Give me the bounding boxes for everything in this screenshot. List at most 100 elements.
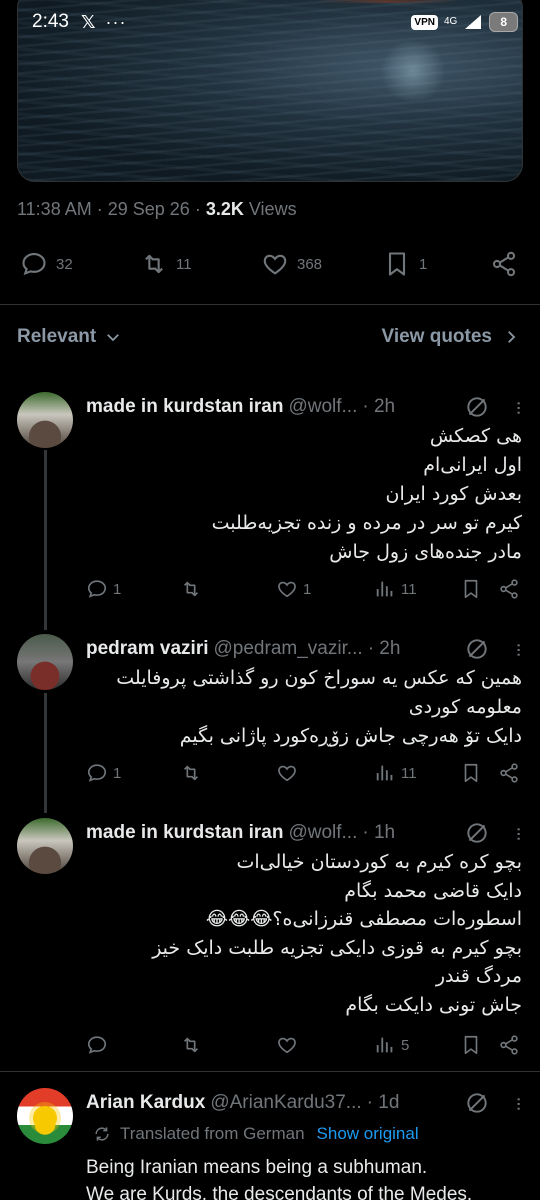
share-button[interactable] bbox=[490, 250, 518, 278]
like-icon bbox=[278, 581, 296, 598]
like-count: 1 bbox=[303, 580, 312, 598]
reply-text: Being Iranian means being a subhuman. We… bbox=[86, 1154, 522, 1200]
views-count: 11 bbox=[401, 580, 417, 598]
reply-time[interactable]: · 2h bbox=[362, 396, 395, 418]
reply-line: بچو کره کیرم به کوردستان خیالی‌ات bbox=[236, 851, 522, 873]
author-name[interactable]: made in kurdstan iran bbox=[86, 396, 283, 418]
reply-line: اول ایرانی‌ام bbox=[423, 454, 522, 476]
reply-action-bar: 1 1 11 bbox=[86, 578, 522, 602]
reply-count: 1 bbox=[113, 764, 122, 782]
show-original-link[interactable]: Show original bbox=[317, 1124, 419, 1144]
repost-button[interactable]: 11 bbox=[140, 250, 192, 278]
vpn-badge: VPN bbox=[411, 14, 438, 30]
grok-icon[interactable] bbox=[464, 1090, 490, 1116]
reply-button[interactable]: 32 bbox=[20, 250, 73, 278]
translate-icon bbox=[95, 1127, 109, 1141]
reply-item[interactable]: made in kurdstan iran @wolf... · 2h ··· … bbox=[0, 392, 540, 618]
reply-line: مادر جنده‌های زول جاش bbox=[329, 541, 522, 563]
views-button[interactable]: 11 bbox=[374, 578, 417, 600]
like-button[interactable]: 1 bbox=[276, 578, 311, 600]
reply-header: pedram vaziri @pedram_vazir... · 2h ··· bbox=[86, 636, 530, 662]
views-button[interactable]: 11 bbox=[374, 762, 417, 784]
grok-icon[interactable] bbox=[464, 394, 490, 420]
repost-button[interactable] bbox=[180, 578, 202, 600]
more-icon[interactable]: ··· bbox=[508, 1096, 530, 1110]
more-icon[interactable]: ··· bbox=[508, 826, 530, 840]
chevron-down-icon bbox=[107, 334, 120, 342]
bookmark-button[interactable] bbox=[460, 762, 482, 784]
bookmark-count: 1 bbox=[419, 255, 428, 273]
tweet-action-bar: 32 11 368 1 bbox=[0, 248, 540, 284]
reply-time[interactable]: · 2h bbox=[368, 638, 401, 660]
reply-button[interactable] bbox=[86, 1034, 108, 1056]
bookmark-button[interactable] bbox=[460, 578, 482, 600]
repost-button[interactable] bbox=[180, 1034, 202, 1056]
views-button[interactable]: 5 bbox=[374, 1034, 409, 1056]
avatar[interactable] bbox=[17, 1088, 73, 1144]
grok-icon[interactable] bbox=[464, 636, 490, 662]
reply-icon bbox=[22, 253, 46, 276]
share-button[interactable] bbox=[498, 1034, 520, 1056]
author-handle[interactable]: @wolf... bbox=[288, 396, 357, 418]
author-handle[interactable]: @wolf... bbox=[288, 822, 357, 844]
avatar[interactable] bbox=[17, 818, 73, 874]
tweet-date[interactable]: 29 Sep 26 bbox=[108, 199, 190, 219]
like-icon bbox=[278, 1037, 296, 1054]
tweet-time[interactable]: 11:38 AM bbox=[17, 199, 92, 219]
reply-line: معلومه کوردی bbox=[408, 696, 522, 718]
like-button[interactable]: 368 bbox=[261, 250, 322, 278]
reply-item[interactable]: made in kurdstan iran @wolf... · 1h ··· … bbox=[0, 818, 540, 1058]
status-bar: 2:43 𝕏 ··· VPN 4G 8 bbox=[0, 0, 540, 44]
translation-notice: Translated from German Show original bbox=[92, 1124, 419, 1144]
tweet-views-count: 3.2K bbox=[205, 199, 244, 219]
more-icon[interactable]: ··· bbox=[508, 400, 530, 414]
signal-icon bbox=[465, 15, 482, 29]
tweet-meta: 11:38 AM · 29 Sep 26 · 3.2K Views bbox=[17, 199, 297, 219]
chevron-right-icon bbox=[508, 331, 516, 343]
reply-time[interactable]: · 1d bbox=[367, 1092, 400, 1114]
like-button[interactable] bbox=[276, 1034, 298, 1056]
bookmark-button[interactable] bbox=[460, 1034, 482, 1056]
share-icon bbox=[500, 579, 518, 599]
reply-header: Arian Kardux @ArianKardu37... · 1d ··· bbox=[86, 1090, 530, 1116]
share-button[interactable] bbox=[498, 762, 520, 784]
author-handle[interactable]: @pedram_vazir... bbox=[214, 638, 363, 660]
bookmark-icon bbox=[464, 579, 478, 599]
grok-icon[interactable] bbox=[464, 820, 490, 846]
reply-line: We are Kurds, the descendants of the Med… bbox=[86, 1184, 473, 1200]
repost-icon bbox=[183, 765, 199, 781]
share-icon bbox=[500, 763, 518, 783]
author-name[interactable]: Arian Kardux bbox=[86, 1092, 205, 1114]
reply-item[interactable]: Arian Kardux @ArianKardu37... · 1d ··· T… bbox=[0, 1088, 540, 1200]
view-quotes-link[interactable]: View quotes bbox=[381, 326, 520, 348]
avatar[interactable] bbox=[17, 392, 73, 448]
avatar[interactable] bbox=[17, 634, 73, 690]
sort-dropdown[interactable]: Relevant bbox=[17, 326, 122, 348]
reply-item[interactable]: pedram vaziri @pedram_vazir... · 2h ··· … bbox=[0, 634, 540, 794]
like-count: 368 bbox=[297, 255, 323, 273]
author-handle[interactable]: @ArianKardu37... bbox=[210, 1092, 361, 1114]
reply-line: همین که عکس یه سوراخ کون رو گذاشتی پروفا… bbox=[116, 667, 522, 689]
author-name[interactable]: made in kurdstan iran bbox=[86, 822, 283, 844]
bookmark-icon bbox=[388, 252, 406, 276]
like-button[interactable] bbox=[276, 762, 298, 784]
author-name[interactable]: pedram vaziri bbox=[86, 638, 209, 660]
share-button[interactable] bbox=[498, 578, 520, 600]
x-app-icon: 𝕏 bbox=[80, 11, 96, 32]
bookmark-button[interactable]: 1 bbox=[383, 250, 427, 278]
repost-button[interactable] bbox=[180, 762, 202, 784]
media-light-glint bbox=[378, 41, 448, 101]
repost-icon bbox=[183, 1037, 199, 1053]
reply-count: 1 bbox=[113, 580, 122, 598]
share-icon bbox=[492, 251, 516, 277]
reply-text: هی کصکش اول ایرانی‌ام بعدش کورد ایران کی… bbox=[86, 422, 522, 567]
bookmark-icon bbox=[464, 763, 478, 783]
reply-button[interactable]: 1 bbox=[86, 762, 121, 784]
views-icon bbox=[376, 581, 393, 597]
more-icon[interactable]: ··· bbox=[508, 642, 530, 656]
reply-time[interactable]: · 1h bbox=[362, 822, 395, 844]
views-icon bbox=[376, 765, 393, 781]
repost-icon bbox=[145, 254, 163, 274]
more-notifications-icon: ··· bbox=[105, 11, 127, 32]
reply-button[interactable]: 1 bbox=[86, 578, 121, 600]
